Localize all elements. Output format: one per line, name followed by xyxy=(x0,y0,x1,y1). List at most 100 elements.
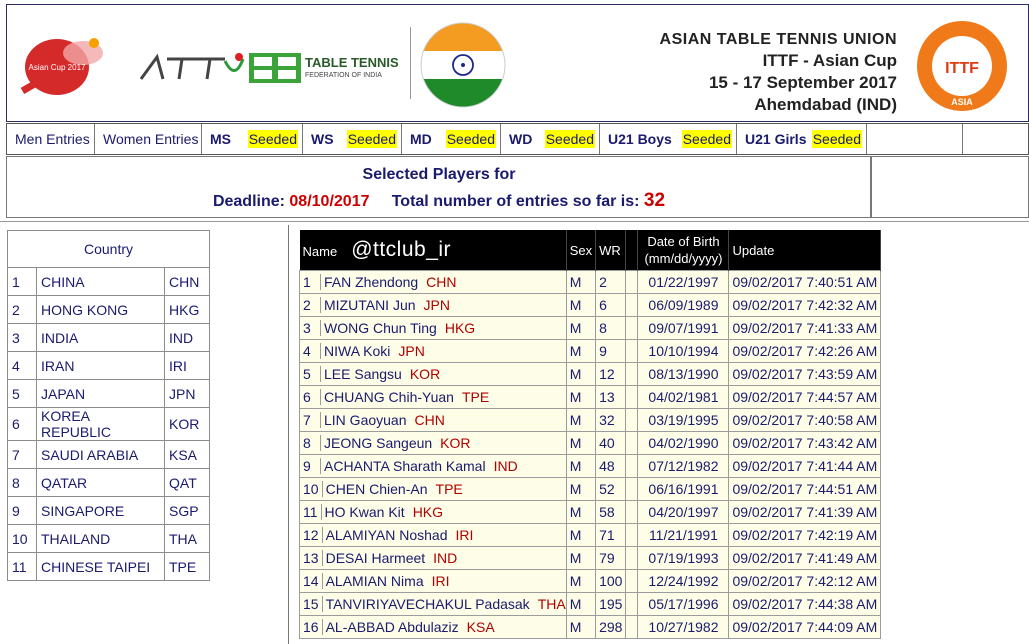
player-number: 11 xyxy=(300,504,322,520)
seeded-link-u21-girls[interactable]: Seeded xyxy=(811,130,862,148)
player-name-cell: 13 DESAI Harmeet IND xyxy=(299,546,567,570)
country-name: HONG KONG xyxy=(36,295,165,324)
player-dob: 07/12/1982 xyxy=(637,454,730,478)
player-country: KOR xyxy=(440,435,471,451)
country-no: 3 xyxy=(7,323,37,352)
wr-column-header: WR xyxy=(595,230,627,271)
update-column-header: Update xyxy=(728,230,882,271)
country-row: 3 INDIA IND xyxy=(7,323,210,352)
player-name[interactable]: WONG Chun Ting xyxy=(324,320,437,336)
india-flag-icon xyxy=(419,21,507,109)
country-row: 9 SINGAPORE SGP xyxy=(7,496,210,525)
player-row: 7 LIN Gaoyuan CHN M 32 03/19/1995 09/02/2017 7… xyxy=(299,408,882,432)
country-no: 4 xyxy=(7,351,37,380)
player-country: HKG xyxy=(444,320,476,336)
spacer-cell xyxy=(625,615,639,639)
tab-ws[interactable]: WS Seeded xyxy=(303,124,402,154)
spacer-cell xyxy=(625,362,639,386)
tab-wd[interactable]: WD Seeded xyxy=(501,124,600,154)
country-name: SINGAPORE xyxy=(36,496,165,525)
player-name[interactable]: CHUANG Chih-Yuan xyxy=(324,389,454,405)
player-update: 09/02/2017 7:41:44 AM xyxy=(728,454,882,478)
player-sex: M xyxy=(565,362,597,386)
tab-u21-girls[interactable]: U21 Girls Seeded xyxy=(737,124,867,154)
country-table-header: Country xyxy=(7,230,210,268)
seeded-link-md[interactable]: Seeded xyxy=(445,130,496,148)
player-name-cell: 10 CHEN Chien-An TPE xyxy=(299,477,567,501)
country-name: IRAN xyxy=(36,351,165,380)
player-name[interactable]: FAN Zhendong xyxy=(324,274,418,290)
spacer-cell xyxy=(625,316,639,340)
seeded-link-ws[interactable]: Seeded xyxy=(346,130,397,148)
country-no: 7 xyxy=(7,440,37,469)
player-name[interactable]: LIN Gaoyuan xyxy=(324,412,407,428)
ittf-asia-logo: ITTF ASIA xyxy=(915,19,1009,113)
player-name-cell: 15 TANVIRIYAVECHAKUL Padasak THA xyxy=(299,592,567,616)
tab-md[interactable]: MD Seeded xyxy=(402,124,501,154)
player-name[interactable]: ALAMIAN Nima xyxy=(326,573,424,589)
player-number: 4 xyxy=(300,343,321,359)
player-name[interactable]: CHEN Chien-An xyxy=(326,481,428,497)
player-name-cell: 3 WONG Chun Ting HKG xyxy=(299,316,567,340)
player-update: 09/02/2017 7:41:33 AM xyxy=(728,316,882,340)
player-name[interactable]: MIZUTANI Jun xyxy=(324,297,416,313)
player-name[interactable]: HO Kwan Kit xyxy=(325,504,405,520)
player-name[interactable]: TANVIRIYAVECHAKUL Padasak xyxy=(326,596,530,612)
player-name-cell: 7 LIN Gaoyuan CHN xyxy=(299,408,567,432)
player-update: 09/02/2017 7:44:09 AM xyxy=(728,615,882,639)
seeded-link-ms[interactable]: Seeded xyxy=(247,130,298,148)
country-row: 10 THAILAND THA xyxy=(7,524,210,553)
country-table: Country 1 CHINA CHN 2 HONG KONG HKG 3 INDIA IND 4… xyxy=(7,230,210,581)
name-column-header: Name @ttclub_ir xyxy=(299,230,567,271)
player-world-rank: 8 xyxy=(595,316,627,340)
country-no: 1 xyxy=(7,267,37,296)
player-name[interactable]: ALAMIYAN Noshad xyxy=(326,527,448,543)
seeded-link-wd[interactable]: Seeded xyxy=(544,130,595,148)
seeded-link-u21-boys[interactable]: Seeded xyxy=(681,130,732,148)
player-row: 5 LEE Sangsu KOR M 12 08/13/1990 09/02/2017 7:… xyxy=(299,362,882,386)
player-number: 16 xyxy=(300,619,323,635)
tab-ms[interactable]: MS Seeded xyxy=(202,124,303,154)
player-country: TPE xyxy=(435,481,463,497)
player-sex: M xyxy=(565,270,597,294)
player-name[interactable]: NIWA Koki xyxy=(324,343,390,359)
player-sex: M xyxy=(565,408,597,432)
player-sex: M xyxy=(565,293,597,317)
player-world-rank: 52 xyxy=(595,477,627,501)
event-title-block: ASIAN TABLE TENNIS UNION ITTF - Asian Cu… xyxy=(607,31,897,115)
spacer-cell xyxy=(625,569,639,593)
player-sex: M xyxy=(565,454,597,478)
player-row: 11 HO Kwan Kit HKG M 58 04/20/1997 09/02/2017 … xyxy=(299,500,882,524)
players-table-header: Name @ttclub_ir Sex WR Date of Birth (mm/d… xyxy=(299,230,882,271)
tab-women-entries[interactable]: Women Entries xyxy=(95,124,202,154)
dob-column-header: Date of Birth (mm/dd/yyyy) xyxy=(637,230,730,271)
player-name[interactable]: ACHANTA Sharath Kamal xyxy=(324,458,486,474)
tab-u21-boys[interactable]: U21 Boys Seeded xyxy=(600,124,737,154)
player-world-rank: 58 xyxy=(595,500,627,524)
player-country: KOR xyxy=(409,366,441,382)
spacer-cell xyxy=(625,339,639,363)
deadline-line: Deadline: 08/10/2017 Total number of ent… xyxy=(7,190,871,212)
selection-info: Selected Players for Deadline: 08/10/201… xyxy=(6,156,872,218)
player-world-rank: 13 xyxy=(595,385,627,409)
player-world-rank: 100 xyxy=(595,569,627,593)
deadline-label: Deadline: xyxy=(212,193,285,210)
player-country: IRI xyxy=(431,573,450,589)
player-country: IND xyxy=(433,550,458,566)
country-code: QAT xyxy=(164,468,210,497)
player-update: 09/02/2017 7:40:58 AM xyxy=(728,408,882,432)
player-name[interactable]: LEE Sangsu xyxy=(324,366,402,382)
player-name[interactable]: AL-ABBAD Abdulaziz xyxy=(326,619,459,635)
svg-text:ASIA: ASIA xyxy=(951,97,973,107)
player-country: CHN xyxy=(426,274,457,290)
tab-men-entries[interactable]: Men Entries xyxy=(7,124,95,154)
player-row: 12 ALAMIYAN Noshad IRI M 71 11/21/1991 09/02/2… xyxy=(299,523,882,547)
tt-federation-sub: FEDERATION OF INDIA xyxy=(305,72,382,79)
player-name[interactable]: JEONG Sangeun xyxy=(324,435,432,451)
country-name: CHINESE TAIPEI xyxy=(36,552,165,581)
player-name[interactable]: DESAI Harmeet xyxy=(326,550,426,566)
country-no: 6 xyxy=(7,407,37,441)
player-world-rank: 71 xyxy=(595,523,627,547)
player-row: 3 WONG Chun Ting HKG M 8 09/07/1991 09/02/2017… xyxy=(299,316,882,340)
country-code: KSA xyxy=(164,440,210,469)
